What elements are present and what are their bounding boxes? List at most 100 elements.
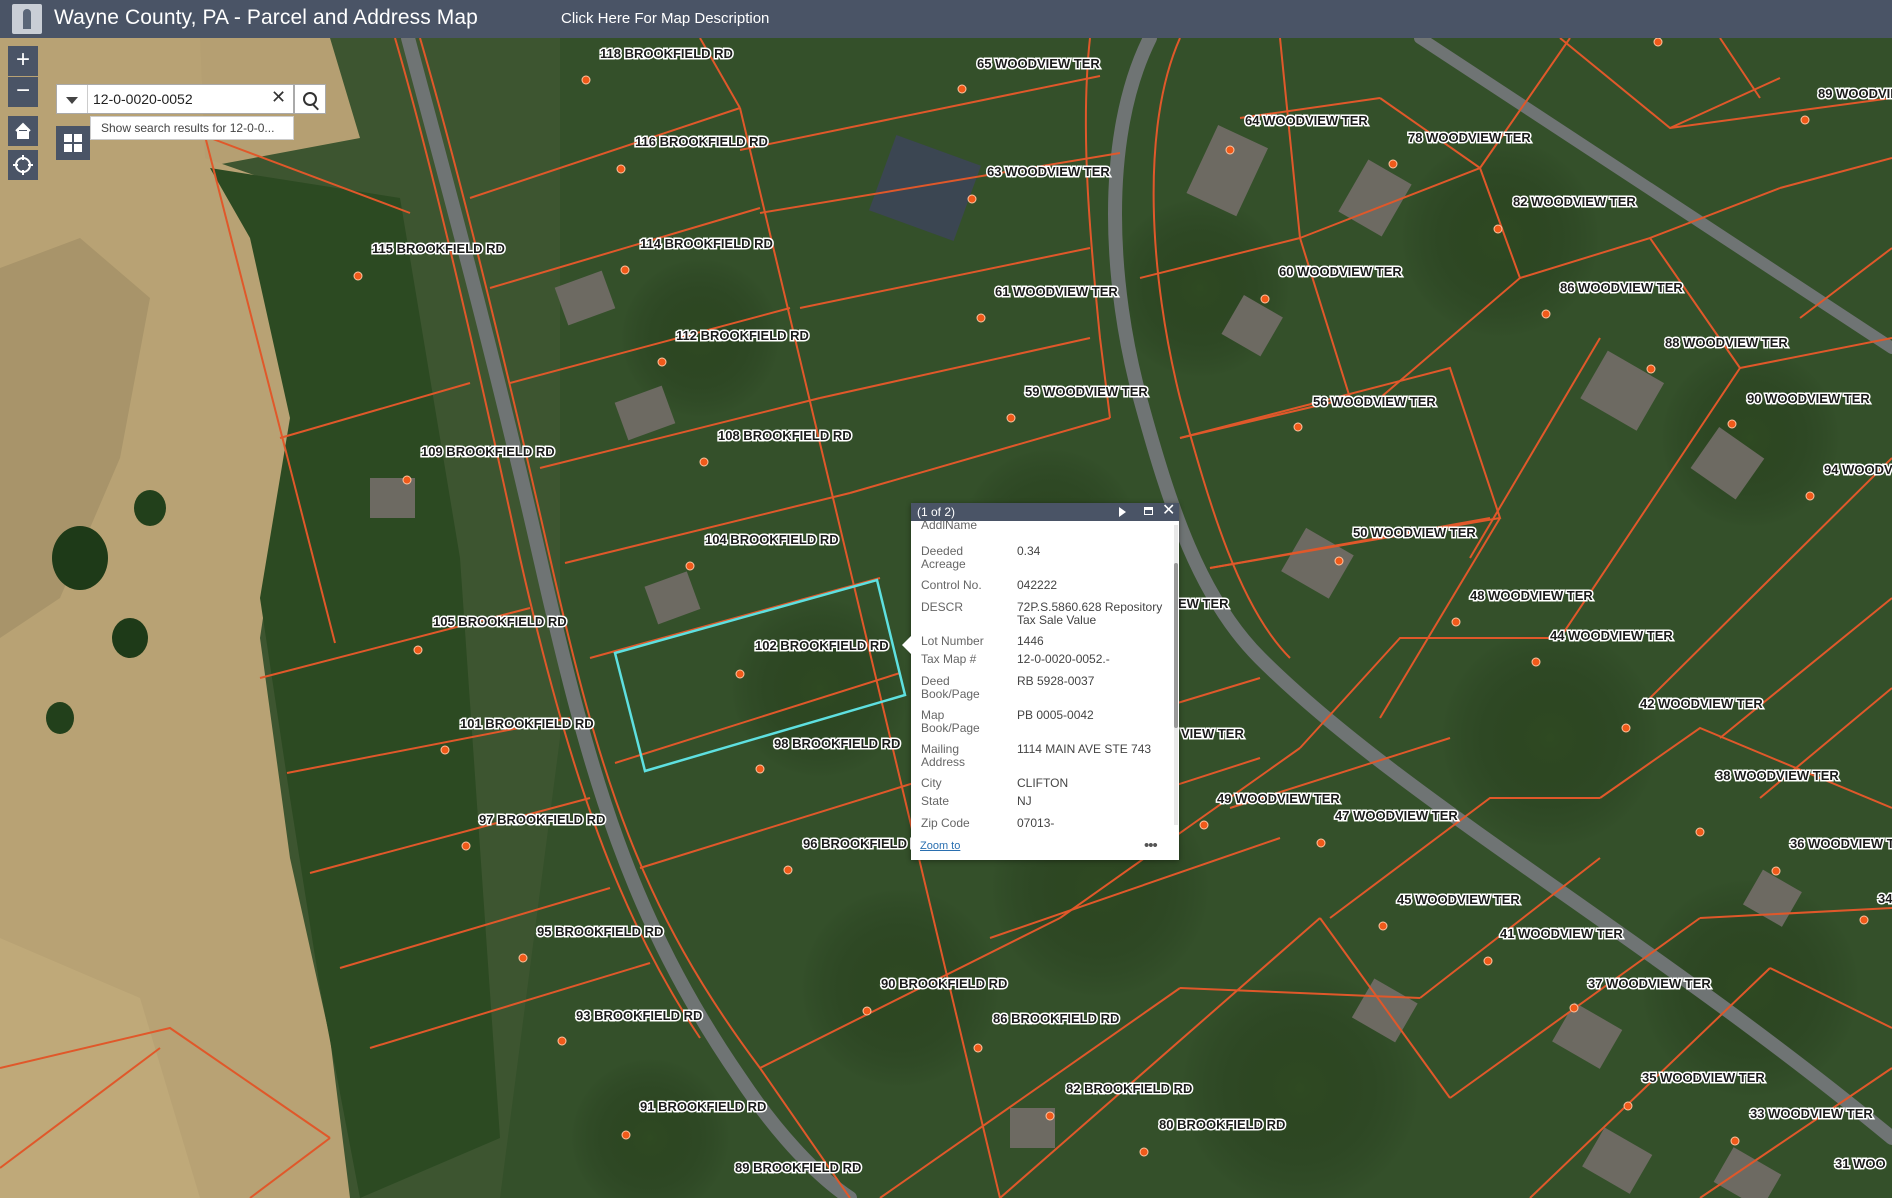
basemap-gallery-button[interactable] — [56, 126, 90, 160]
popup-field-value: NJ — [1017, 794, 1032, 808]
address-label: 60 WOODVIEW TER — [1279, 264, 1402, 279]
popup-field-value: CLIFTON — [1017, 776, 1069, 790]
address-label: 61 WOODVIEW TER — [995, 284, 1118, 299]
popup-field-value: 042222 — [1017, 578, 1058, 592]
address-label: 63 WOODVIEW TER — [987, 164, 1110, 179]
address-label: 104 BROOKFIELD RD — [705, 532, 839, 547]
address-label: 47 WOODVIEW TER — [1335, 808, 1458, 823]
popup-field-label: State — [921, 794, 950, 808]
address-label: 50 WOODVIEW TER — [1353, 525, 1476, 540]
address-label: 31 WOO — [1835, 1156, 1886, 1171]
address-label: 33 WOODVIEW TER — [1750, 1106, 1873, 1121]
search-icon — [303, 92, 317, 106]
home-icon — [15, 122, 31, 139]
popup-close-button[interactable]: ✕ — [1162, 502, 1175, 520]
maximize-icon[interactable] — [1144, 507, 1153, 515]
address-label: 115 BROOKFIELD RD — [372, 241, 505, 256]
address-label: 35 WOODVIEW TER — [1642, 1070, 1765, 1085]
address-label: 91 BROOKFIELD RD — [640, 1099, 766, 1114]
popup-field-label: DESCR — [921, 600, 964, 614]
address-label: EW TER — [1178, 596, 1229, 611]
popup-field-label: Deeded Acreage — [921, 544, 966, 571]
address-label: 112 BROOKFIELD RD — [676, 328, 809, 343]
popup-field-value: RB 5928-0037 — [1017, 674, 1095, 688]
map-view[interactable]: 118 BROOKFIELD RD 116 BROOKFIELD RD 115 BR… — [0, 38, 1892, 1198]
address-label: 41 WOODVIEW TER — [1500, 926, 1623, 941]
address-label: 109 BROOKFIELD RD — [421, 444, 555, 459]
popup-field-label: Zip Code — [921, 816, 970, 830]
address-label: 36 WOODVIEW TER — [1790, 836, 1892, 851]
address-label: VIEW TER — [1181, 726, 1244, 741]
address-label: 98 BROOKFIELD RD — [774, 736, 900, 751]
address-label: 64 WOODVIEW TER — [1245, 113, 1368, 128]
app-header: Wayne County, PA - Parcel and Address Ma… — [0, 0, 1892, 38]
search-source-dropdown[interactable] — [57, 85, 88, 113]
popup-field-value: 0.34 — [1017, 544, 1041, 558]
map-description-link[interactable]: Click Here For Map Description — [561, 10, 769, 27]
feature-popup: (1 of 2) ✕ AddlName Deeded Acreage 0.34 Con… — [902, 502, 1179, 860]
popup-feature-count: (1 of 2) — [917, 505, 956, 519]
zoom-in-button[interactable]: + — [8, 46, 38, 76]
address-label: 90 WOODVIEW TER — [1747, 391, 1870, 406]
popup-field-label: Mailing Address — [921, 742, 966, 769]
locate-icon — [13, 155, 33, 175]
search-input[interactable] — [93, 85, 243, 113]
more-actions-button[interactable]: ••• — [1144, 837, 1158, 854]
address-label: 108 BROOKFIELD RD — [718, 428, 852, 443]
address-label: 89 BROOKFIELD RD — [735, 1160, 861, 1175]
address-label: 88 WOODVIEW TER — [1665, 335, 1788, 350]
home-button[interactable] — [8, 116, 38, 146]
search-box: ✕ — [56, 84, 294, 114]
address-label: 89 WOODVIEW — [1818, 86, 1892, 101]
address-label: 37 WOODVIEW TER — [1588, 976, 1711, 991]
address-label: 42 WOODVIEW TER — [1640, 696, 1763, 711]
popup-scrollbar[interactable] — [1174, 525, 1178, 825]
county-logo-icon — [12, 4, 42, 34]
address-label: 80 BROOKFIELD RD — [1159, 1117, 1285, 1132]
address-label: 78 WOODVIEW TER — [1408, 130, 1531, 145]
popup-field-label: Tax Map # — [921, 652, 977, 666]
address-label: 38 WOODVIEW TER — [1716, 768, 1839, 783]
address-label: 82 WOODVIEW TER — [1513, 194, 1636, 209]
zoom-out-button[interactable]: − — [8, 77, 38, 107]
address-label: 56 WOODVIEW TER — [1313, 394, 1436, 409]
search-suggestion[interactable]: Show search results for 12-0-0... — [90, 116, 294, 140]
address-label: 48 WOODVIEW TER — [1470, 588, 1593, 603]
address-label: 93 BROOKFIELD RD — [576, 1008, 702, 1023]
address-label: 97 BROOKFIELD RD — [479, 812, 605, 827]
popup-field-value: 72P.S.5860.628 Repository Tax Sale Value — [1017, 600, 1163, 627]
address-label: 105 BROOKFIELD RD — [433, 614, 567, 629]
popup-field-label: Control No. — [921, 578, 982, 592]
address-label: 34 — [1878, 891, 1892, 906]
address-label: 49 WOODVIEW TER — [1217, 791, 1340, 806]
app-title: Wayne County, PA - Parcel and Address Ma… — [54, 6, 478, 29]
address-label: 59 WOODVIEW TER — [1025, 384, 1148, 399]
popup-field-value: PB 0005-0042 — [1017, 708, 1094, 722]
address-label: 90 BROOKFIELD RD — [881, 976, 1007, 991]
locate-button[interactable] — [8, 150, 38, 180]
popup-field-value: 12-0-0020-0052.- — [1017, 652, 1110, 666]
search-button[interactable] — [294, 84, 326, 114]
popup-field-label: Lot Number — [921, 634, 984, 648]
address-label: 45 WOODVIEW TER — [1397, 892, 1520, 907]
popup-field-label: Deed Book/Page — [921, 674, 980, 701]
address-label: 86 WOODVIEW TER — [1560, 280, 1683, 295]
zoom-to-link[interactable]: Zoom to — [920, 840, 960, 852]
address-label: 118 BROOKFIELD RD — [600, 46, 733, 61]
next-feature-icon[interactable] — [1119, 507, 1126, 517]
address-label: 44 WOODVIEW TER — [1550, 628, 1673, 643]
address-label: 114 BROOKFIELD RD — [640, 236, 773, 251]
popup-field-label: City — [921, 776, 942, 790]
address-label: 95 BROOKFIELD RD — [537, 924, 663, 939]
address-label: 94 WOODV — [1824, 462, 1892, 477]
search-clear-button[interactable]: ✕ — [271, 87, 286, 108]
popup-field-value: 1446 — [1017, 634, 1044, 648]
popup-field-value: 07013- — [1017, 816, 1055, 830]
popup-field-label: Map Book/Page — [921, 708, 980, 735]
address-label: 116 BROOKFIELD RD — [635, 134, 768, 149]
address-label: 82 BROOKFIELD RD — [1066, 1081, 1192, 1096]
popup-field-label: AddlName — [921, 518, 978, 532]
address-label: 65 WOODVIEW TER — [977, 56, 1100, 71]
popup-field-value: 1114 MAIN AVE STE 743 — [1017, 742, 1152, 756]
address-label: 101 BROOKFIELD RD — [460, 716, 594, 731]
